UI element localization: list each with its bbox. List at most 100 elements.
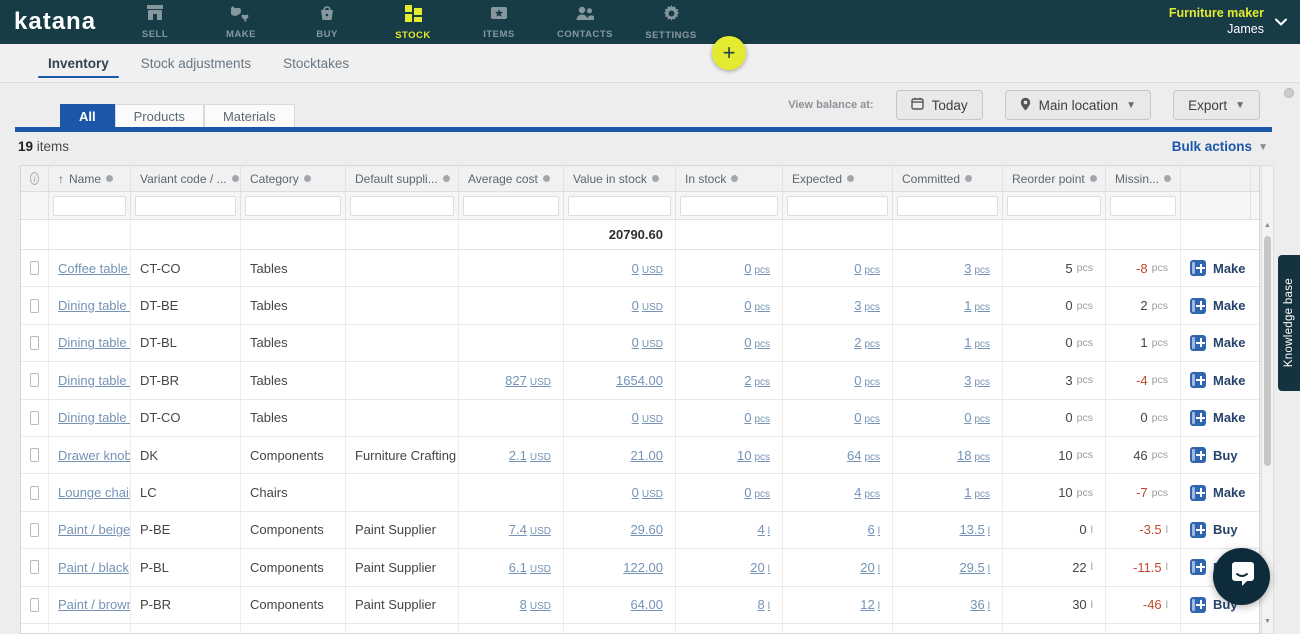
item-name-link[interactable]: Lounge chair [58, 485, 131, 500]
item-name-link[interactable]: Drawer knobs [58, 448, 131, 463]
value-in-stock-link[interactable]: 21.00 [630, 448, 663, 463]
item-name-link[interactable]: Paint / brown [58, 597, 131, 612]
header-committed[interactable]: Committed [893, 166, 1003, 191]
in-stock-link[interactable]: 20l [750, 560, 770, 575]
row-checkbox[interactable] [30, 560, 39, 574]
expected-link[interactable]: 12l [860, 597, 880, 612]
scroll-up-icon[interactable]: ▲ [1262, 222, 1273, 229]
filter-name-input[interactable] [53, 196, 126, 216]
filter-tab-materials[interactable]: Materials [204, 104, 295, 127]
expected-link[interactable]: 6l [868, 522, 880, 537]
expected-link[interactable]: 0pcs [854, 261, 880, 276]
item-name-link[interactable]: Paint / beige [58, 522, 130, 537]
average-cost-link[interactable]: 8USD [520, 597, 551, 612]
katana-logo[interactable]: katana [14, 8, 96, 36]
item-name-link[interactable]: Dining table / [58, 335, 131, 350]
location-selector[interactable]: Main location ▼ [1005, 90, 1151, 120]
scrollbar-thumb[interactable] [1264, 236, 1271, 466]
value-in-stock-link[interactable]: 0USD [632, 298, 663, 313]
chevron-down-icon[interactable] [1274, 14, 1288, 32]
filter-reorder-input[interactable] [1007, 196, 1101, 216]
row-action-button[interactable] [1181, 624, 1251, 634]
chevron-down-icon[interactable]: ▼ [1258, 142, 1268, 153]
average-cost-link[interactable]: 2.1USD [509, 448, 551, 463]
nav-item-contacts[interactable]: CONTACTS [542, 0, 628, 44]
committed-link[interactable]: 3pcs [964, 261, 990, 276]
filter-supplier-input[interactable] [350, 196, 454, 216]
info-circle-icon[interactable]: i [30, 172, 39, 185]
in-stock-link[interactable]: 0pcs [744, 485, 770, 500]
row-action-button[interactable]: Make [1181, 362, 1251, 398]
today-button[interactable]: Today [896, 90, 983, 120]
header-missing[interactable]: Missin... [1106, 166, 1181, 191]
row-checkbox[interactable] [30, 598, 39, 612]
row-action-button[interactable]: Buy [1181, 437, 1251, 473]
nav-item-items[interactable]: ITEMS [456, 0, 542, 44]
average-cost-link[interactable]: 827USD [505, 373, 551, 388]
nav-item-sell[interactable]: SELL [112, 0, 198, 44]
value-in-stock-link[interactable]: 0USD [632, 410, 663, 425]
filter-expected-input[interactable] [787, 196, 888, 216]
header-value-in-stock[interactable]: Value in stock [564, 166, 676, 191]
nav-item-stock[interactable]: STOCK [370, 0, 456, 44]
row-checkbox[interactable] [30, 523, 39, 537]
nav-item-buy[interactable]: BUY [284, 0, 370, 44]
average-cost-link[interactable]: 6.1USD [509, 560, 551, 575]
tab-stocktakes[interactable]: Stocktakes [267, 44, 365, 82]
item-name-link[interactable]: Dining table / [58, 373, 131, 388]
in-stock-link[interactable]: 10pcs [737, 448, 770, 463]
header-name[interactable]: ↑Name [49, 166, 131, 191]
bulk-actions-button[interactable]: Bulk actions [1172, 139, 1252, 154]
filter-committed-input[interactable] [897, 196, 998, 216]
value-in-stock-link[interactable]: 1654.00 [616, 373, 663, 388]
filter-average-cost-input[interactable] [463, 196, 559, 216]
nav-item-make[interactable]: MAKE [198, 0, 284, 44]
value-in-stock-link[interactable]: 29.60 [630, 522, 663, 537]
row-action-button[interactable]: Buy [1181, 512, 1251, 548]
committed-link[interactable]: 29.5l [959, 560, 990, 575]
row-checkbox[interactable] [30, 373, 39, 387]
value-in-stock-link[interactable]: 0USD [632, 261, 663, 276]
header-average-cost[interactable]: Average cost [459, 166, 564, 191]
filter-variant-input[interactable] [135, 196, 236, 216]
header-default-supplier[interactable]: Default suppli... [346, 166, 459, 191]
item-name-link[interactable]: Dining table / [58, 298, 131, 313]
item-name-link[interactable]: Paint / black [58, 560, 129, 575]
in-stock-link[interactable]: 0pcs [744, 261, 770, 276]
tab-inventory[interactable]: Inventory [32, 44, 125, 82]
average-cost-link[interactable]: 7.4USD [509, 522, 551, 537]
filter-in-stock-input[interactable] [680, 196, 778, 216]
row-checkbox[interactable] [30, 336, 39, 350]
value-in-stock-link[interactable]: 64.00 [630, 597, 663, 612]
row-action-button[interactable]: Make [1181, 287, 1251, 323]
knowledge-base-tab[interactable]: Knowledge base [1278, 255, 1300, 391]
scroll-down-icon[interactable]: ▼ [1262, 618, 1273, 625]
expected-link[interactable]: 0pcs [854, 410, 880, 425]
row-checkbox[interactable] [30, 299, 39, 313]
header-category[interactable]: Category [241, 166, 346, 191]
row-action-button[interactable]: Make [1181, 474, 1251, 510]
committed-link[interactable]: 18pcs [957, 448, 990, 463]
expected-link[interactable]: 20l [860, 560, 880, 575]
header-expected[interactable]: Expected [783, 166, 893, 191]
row-checkbox[interactable] [30, 261, 39, 275]
in-stock-link[interactable]: 4l [758, 522, 770, 537]
item-name-link[interactable]: Dining table / [58, 410, 131, 425]
row-action-button[interactable]: Make [1181, 400, 1251, 436]
row-checkbox[interactable] [30, 448, 39, 462]
row-checkbox[interactable] [30, 486, 39, 500]
value-in-stock-link[interactable]: 0USD [632, 335, 663, 350]
committed-link[interactable]: 1pcs [964, 485, 990, 500]
expected-link[interactable]: 64pcs [847, 448, 880, 463]
filter-missing-input[interactable] [1110, 196, 1176, 216]
info-icon[interactable] [1284, 88, 1294, 98]
filter-value-input[interactable] [568, 196, 671, 216]
in-stock-link[interactable]: 0pcs [744, 410, 770, 425]
nav-item-settings[interactable]: SETTINGS [628, 0, 714, 44]
header-reorder-point[interactable]: Reorder point [1003, 166, 1106, 191]
committed-link[interactable]: 0pcs [964, 410, 990, 425]
row-action-button[interactable]: Make [1181, 325, 1251, 361]
in-stock-link[interactable]: 8l [758, 597, 770, 612]
filter-category-input[interactable] [245, 196, 341, 216]
committed-link[interactable]: 1pcs [964, 298, 990, 313]
